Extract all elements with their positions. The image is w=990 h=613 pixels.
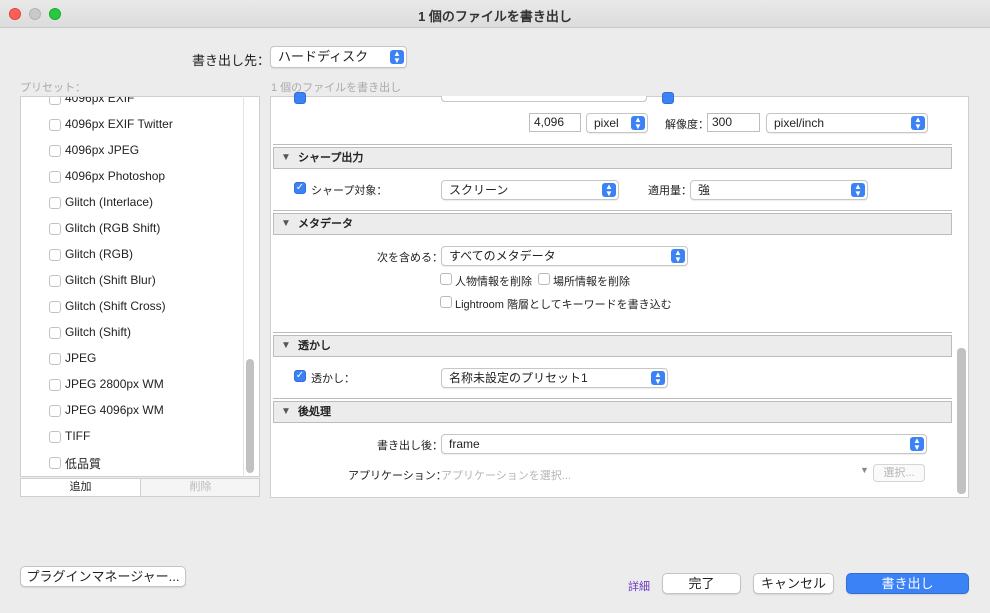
disclosure-triangle-icon: ▼ [281, 152, 291, 163]
preset-checkbox[interactable] [49, 223, 61, 235]
watermark-label: 透かし： [311, 373, 355, 385]
popup-arrows-icon: ▲ ▼ [390, 50, 404, 65]
remove-location-checkbox[interactable] [538, 273, 550, 285]
preset-checkbox[interactable] [49, 457, 61, 469]
watermark-section-header[interactable]: ▼ 透かし [273, 335, 952, 357]
detail-link[interactable]: 詳細 [628, 578, 650, 594]
preset-checkbox[interactable] [49, 301, 61, 313]
no-enlarge-checkbox[interactable] [662, 92, 674, 104]
preset-list-scrollbar[interactable] [246, 359, 254, 473]
application-label: アプリケーション： [348, 470, 447, 482]
sharpen-amount-value: 強 [698, 183, 711, 197]
preset-checkbox[interactable] [49, 119, 61, 131]
disclosure-triangle-icon: ▼ [281, 340, 291, 351]
resolution-unit-value: pixel/inch [774, 116, 825, 130]
preset-list-divider [243, 96, 244, 477]
preset-checkbox[interactable] [49, 171, 61, 183]
preset-checkbox[interactable] [49, 249, 61, 261]
metadata-section-header[interactable]: ▼ メタデータ [273, 213, 952, 235]
chevron-down-icon: ▼ [860, 465, 869, 475]
watermark-value: 名称未設定のプリセット1 [449, 371, 588, 385]
popup-arrows-icon: ▲ ▼ [851, 183, 865, 198]
cancel-button[interactable]: キャンセル [753, 573, 834, 594]
section-divider [273, 144, 952, 145]
after-export-value: frame [449, 437, 480, 451]
preset-checkbox[interactable] [49, 145, 61, 157]
title-bar: 1 個のファイルを書き出し [0, 0, 990, 28]
watermark-popup[interactable]: 名称未設定のプリセット1 ▲ ▼ [441, 368, 668, 388]
resize-checkbox[interactable] [294, 92, 306, 104]
remove-person-label: 人物情報を削除 [455, 276, 532, 288]
destination-popup[interactable]: ハードディスク ▲ ▼ [270, 46, 407, 68]
application-field[interactable]: アプリケーションを選択... [441, 467, 571, 483]
destination-label: 書き出し先： [192, 53, 271, 68]
choose-application-button[interactable]: 選択... [873, 464, 925, 482]
watermark-checkbox[interactable]: ✓ [294, 370, 306, 382]
plugin-manager-button[interactable]: プラグインマネージャー... [20, 566, 186, 587]
remove-location-label: 場所情報を削除 [553, 276, 630, 288]
preset-checkbox[interactable] [49, 379, 61, 391]
popup-arrows-icon: ▲ ▼ [911, 116, 925, 131]
preset-checkbox[interactable] [49, 353, 61, 365]
size-value-input[interactable]: 4,096 [529, 113, 581, 132]
preset-list[interactable]: 4096px EXIF 4096px EXIF Twitter 4096px J… [20, 96, 260, 477]
sharpen-amount-label: 適用量： [648, 185, 692, 197]
section-divider [273, 332, 952, 333]
popup-arrows-icon: ▲ ▼ [651, 371, 665, 386]
popup-arrows-icon: ▲ ▼ [602, 183, 616, 198]
resolution-label: 解像度： [665, 119, 709, 131]
after-export-label: 書き出し後： [377, 440, 443, 452]
delete-preset-button[interactable]: 削除 [142, 479, 259, 496]
after-export-popup[interactable]: frame ▲ ▼ [441, 434, 927, 454]
write-keywords-checkbox[interactable] [440, 296, 452, 308]
popup-arrows-icon: ▲ ▼ [910, 437, 924, 452]
sharpen-checkbox[interactable]: ✓ [294, 182, 306, 194]
metadata-include-popup[interactable]: すべてのメタデータ ▲ ▼ [441, 246, 688, 266]
size-unit-value: pixel [594, 116, 619, 130]
main-caption: 1 個のファイルを書き出し [271, 82, 402, 94]
metadata-include-label: 次を含める： [377, 252, 443, 264]
remove-person-checkbox[interactable] [440, 273, 452, 285]
sharpen-section-header[interactable]: ▼ シャープ出力 [273, 147, 952, 169]
resize-mode-popup[interactable] [441, 96, 647, 102]
sharpen-target-label: シャープ対象： [311, 185, 388, 197]
preset-button-bar: 追加 削除 [20, 478, 260, 497]
section-divider [273, 210, 952, 211]
add-preset-button[interactable]: 追加 [21, 479, 141, 496]
disclosure-triangle-icon: ▼ [281, 218, 291, 229]
metadata-include-value: すべてのメタデータ [449, 249, 556, 263]
export-button[interactable]: 書き出し [846, 573, 969, 594]
post-processing-section-header[interactable]: ▼ 後処理 [273, 401, 952, 423]
done-button[interactable]: 完了 [662, 573, 741, 594]
settings-scrollbar[interactable] [957, 348, 966, 494]
resolution-input[interactable]: 300 [707, 113, 760, 132]
sharpen-amount-popup[interactable]: 強 ▲ ▼ [690, 180, 868, 200]
preset-checkbox[interactable] [49, 197, 61, 209]
window-title: 1 個のファイルを書き出し [418, 9, 572, 24]
sharpen-target-popup[interactable]: スクリーン ▲ ▼ [441, 180, 619, 200]
preset-caption: プリセット： [20, 82, 86, 94]
popup-arrows-icon: ▲ ▼ [631, 116, 645, 131]
size-unit-popup[interactable]: pixel ▲ ▼ [586, 113, 648, 133]
preset-checkbox[interactable] [49, 97, 61, 105]
section-divider [273, 398, 952, 399]
preset-checkbox[interactable] [49, 275, 61, 287]
popup-arrows-icon: ▲ ▼ [671, 249, 685, 264]
sharpen-target-value: スクリーン [449, 183, 509, 197]
write-keywords-label: Lightroom 階層としてキーワードを書き込む [455, 299, 672, 311]
resolution-unit-popup[interactable]: pixel/inch ▲ ▼ [766, 113, 928, 133]
preset-checkbox[interactable] [49, 405, 61, 417]
disclosure-triangle-icon: ▼ [281, 406, 291, 417]
preset-checkbox[interactable] [49, 431, 61, 443]
destination-value: ハードディスク [278, 49, 369, 64]
preset-checkbox[interactable] [49, 327, 61, 339]
